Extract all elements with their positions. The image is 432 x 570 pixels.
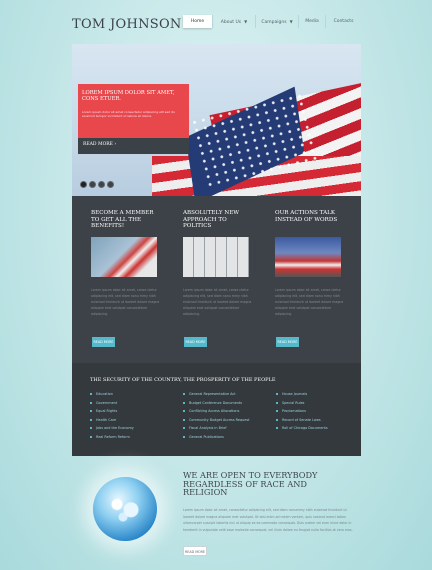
hero-text: Lorem ipsum dolor sit amet consectetur a… xyxy=(82,110,175,118)
feature-text: Lorem ipsum dolor sit amet, conse ctetur… xyxy=(183,288,252,316)
feature-title: ABSOLUTELY NEW APPROACH TO POLITICS xyxy=(183,210,240,230)
link-label: Government xyxy=(96,400,118,405)
square-bullet-icon xyxy=(90,435,92,438)
footer-link[interactable]: Conflicting Access Allocations xyxy=(183,407,249,416)
feature-text: Lorem ipsum dolor sit amet, conse ctetur… xyxy=(275,288,344,316)
slider-dot[interactable] xyxy=(107,181,114,188)
link-label: Roll of Chicago Documents xyxy=(282,426,328,430)
square-bullet-icon xyxy=(276,427,278,429)
hero-title: LOREM IPSUM DOLOR SIT AMET, CONS ETUER. xyxy=(82,90,175,102)
hero-read-more-label: READ MORE › xyxy=(83,142,117,147)
keyboard-flag-key-image xyxy=(183,237,249,277)
square-bullet-icon xyxy=(276,393,278,395)
nav-contacts[interactable]: Contacts xyxy=(325,15,361,28)
footer-link[interactable]: Government xyxy=(90,399,134,408)
square-bullet-icon xyxy=(276,401,278,404)
open-read-more-button[interactable]: READ MORE xyxy=(183,546,207,556)
slider-dot[interactable] xyxy=(98,181,105,188)
open-section-text: Lorem ipsum dolor sit amet, consectetur … xyxy=(183,508,353,533)
nav-media-label: Media xyxy=(305,19,319,24)
footer-link[interactable]: Fiscal Analysis in Brief xyxy=(183,424,249,433)
link-label: Proclamations xyxy=(282,409,306,413)
feature-read-more-button[interactable]: READ MORE xyxy=(92,337,115,347)
feature-read-more-button[interactable]: READ MORE xyxy=(184,337,207,347)
nav-campaigns-label: Campaigns xyxy=(261,20,287,25)
flags-rally-image xyxy=(275,237,341,277)
slider-dot[interactable] xyxy=(89,181,96,188)
link-label: Health Care xyxy=(96,417,117,422)
footer-link[interactable]: Special Rules xyxy=(276,399,328,408)
globe-continents xyxy=(105,490,145,526)
footer-link[interactable]: Education xyxy=(90,390,134,399)
square-bullet-icon xyxy=(183,418,185,421)
nav-media[interactable]: Media xyxy=(298,15,325,28)
nav-home[interactable]: Home xyxy=(183,15,212,28)
nav-about-us[interactable]: About Us ▼ xyxy=(212,15,255,28)
link-label: Real Reform Reform xyxy=(96,434,130,439)
links-column: House Journals Special Rules Proclamatio… xyxy=(276,390,328,433)
chevron-down-icon: ▼ xyxy=(244,19,248,24)
square-bullet-icon xyxy=(183,427,185,429)
square-bullet-icon xyxy=(276,418,278,421)
footer-link[interactable]: Community Budget Access Request xyxy=(183,416,249,425)
footer-link[interactable]: Budget Conference Documents xyxy=(183,399,249,408)
square-bullet-icon xyxy=(183,401,185,404)
link-label: Conflicting Access Allocations xyxy=(189,409,240,413)
footer-link[interactable]: Proclamations xyxy=(276,407,328,416)
feature-title: BECOME A MEMBER TO GET ALL THE BENEFITS! xyxy=(91,210,154,230)
square-bullet-icon xyxy=(90,410,92,412)
link-label: General Representative Act xyxy=(189,392,236,396)
square-bullet-icon xyxy=(90,427,92,429)
square-bullet-icon xyxy=(90,393,92,395)
feature-column: ABSOLUTELY NEW APPROACH TO POLITICS Lore… xyxy=(183,210,253,317)
links-column: General Representative Act Budget Confer… xyxy=(183,390,249,441)
square-bullet-icon xyxy=(90,401,92,404)
nav-campaigns[interactable]: Campaigns ▼ xyxy=(255,15,298,28)
nav-about-label: About Us xyxy=(220,20,242,25)
feature-text: Lorem ipsum dolor sit amet, conse ctetur… xyxy=(91,288,160,316)
link-label: Education xyxy=(96,392,113,396)
feature-column: OUR ACTIONS TALK INSTEAD OF WORDS Lorem … xyxy=(275,210,345,317)
link-label: Equal Rights xyxy=(96,409,118,413)
feature-column: BECOME A MEMBER TO GET ALL THE BENEFITS!… xyxy=(91,210,161,317)
footer-link[interactable]: Equal Rights xyxy=(90,407,134,416)
chevron-down-icon: ▼ xyxy=(289,19,293,24)
main-nav: Home About Us ▼ Campaigns ▼ Media Contacts xyxy=(183,15,361,28)
link-label: Special Rules xyxy=(282,400,305,405)
slider-dot[interactable] xyxy=(80,181,87,188)
link-label: Budget Conference Documents xyxy=(189,400,243,405)
links-column: Education Government Equal Rights Health… xyxy=(90,390,134,441)
footer-link[interactable]: Health Care xyxy=(90,416,134,425)
footer-link[interactable]: General Publications xyxy=(183,433,249,442)
feature-title: OUR ACTIONS TALK INSTEAD OF WORDS xyxy=(275,210,338,223)
hero-read-more-button[interactable]: READ MORE › xyxy=(78,138,189,154)
statue-of-liberty-image xyxy=(91,237,157,277)
footer-link[interactable]: Roll of Chicago Documents xyxy=(276,424,328,433)
nav-contacts-label: Contacts xyxy=(333,19,354,24)
link-label: House Journals xyxy=(282,392,308,396)
link-label: General Publications xyxy=(189,434,224,439)
links-section-title: THE SECURITY OF THE COUNTRY, THE PROSPER… xyxy=(90,377,276,383)
site-logo[interactable]: TOM JOHNSON xyxy=(72,17,182,32)
square-bullet-icon xyxy=(276,410,278,412)
nav-home-label: Home xyxy=(190,19,205,24)
footer-link[interactable]: General Representative Act xyxy=(183,390,249,399)
open-section-title: WE ARE OPEN TO EVERYBODY REGARDLESS OF R… xyxy=(183,470,318,498)
square-bullet-icon xyxy=(90,418,92,421)
square-bullet-icon xyxy=(183,393,185,395)
footer-link[interactable]: Jobs and the Economy xyxy=(90,424,134,433)
feature-read-more-button[interactable]: READ MORE xyxy=(276,337,299,347)
square-bullet-icon xyxy=(183,410,185,412)
link-label: Record of Senate Laws xyxy=(282,417,321,422)
footer-link[interactable]: House Journals xyxy=(276,390,328,399)
link-label: Community Budget Access Request xyxy=(189,417,250,422)
footer-link[interactable]: Real Reform Reform xyxy=(90,433,134,442)
link-label: Fiscal Analysis in Brief xyxy=(189,426,227,430)
square-bullet-icon xyxy=(183,435,185,438)
footer-link[interactable]: Record of Senate Laws xyxy=(276,416,328,425)
slider-pagination xyxy=(80,181,114,188)
link-label: Jobs and the Economy xyxy=(96,426,134,430)
